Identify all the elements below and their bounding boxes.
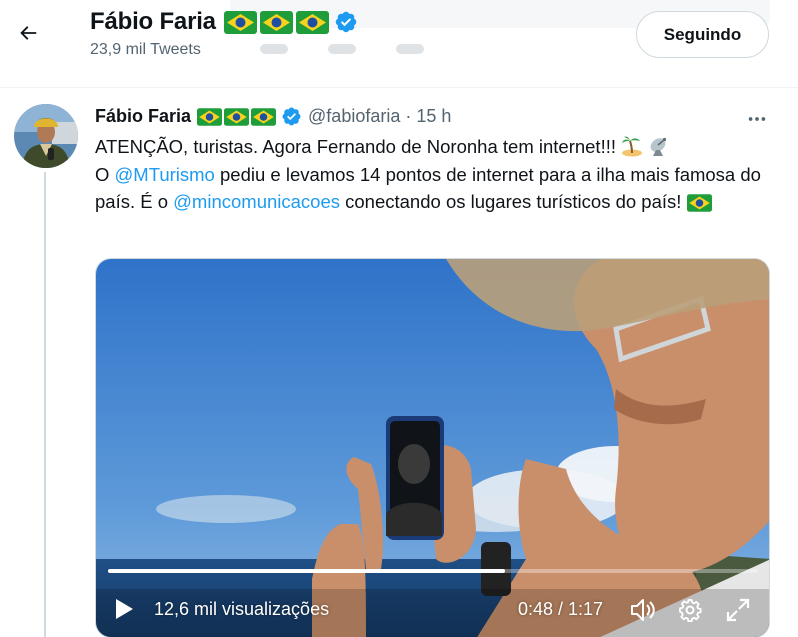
- video-progress-fill: [108, 569, 505, 573]
- more-dots-icon: [748, 117, 766, 121]
- back-arrow-icon: [20, 26, 37, 40]
- tweet-count: 23,9 mil Tweets: [90, 41, 201, 58]
- volume-button[interactable]: [628, 595, 658, 625]
- profile-header: Fábio Faria 23,9 mil Tweets Seguindo: [0, 0, 798, 88]
- video-frame: [96, 259, 769, 637]
- video-timecode: 0:48 / 1:17: [518, 599, 604, 619]
- more-options-button[interactable]: [742, 104, 772, 134]
- thread-connector-line: [44, 172, 46, 637]
- video-player[interactable]: 12,6 mil visualizações 0:48 / 1:17: [95, 258, 770, 637]
- profile-name: Fábio Faria: [90, 8, 216, 35]
- tweet-header: Fábio Faria @fabiofaria · 15 h: [95, 106, 451, 127]
- verified-badge-icon: [282, 107, 301, 126]
- tweet-text-pre: O: [95, 163, 115, 185]
- brazil-flag-icon: [295, 10, 329, 34]
- profile-title: Fábio Faria: [90, 8, 358, 36]
- brazil-flag-icon: [251, 107, 277, 126]
- tweet-author-handle[interactable]: @fabiofaria: [308, 106, 400, 127]
- satellite-dish-emoji-icon: [650, 137, 667, 156]
- brazil-flag-icon: [197, 107, 223, 126]
- author-flags: [197, 107, 277, 126]
- fullscreen-button[interactable]: [724, 596, 752, 624]
- play-icon: [116, 599, 133, 619]
- video-progress-bar[interactable]: [108, 569, 758, 573]
- avatar-photo: [14, 104, 78, 168]
- background-blur-row: [260, 44, 560, 58]
- back-button[interactable]: [10, 15, 46, 51]
- fullscreen-icon: [726, 598, 750, 622]
- volume-icon: [631, 599, 655, 621]
- tweet-text-post: conectando os lugares turísticos do país…: [340, 191, 682, 212]
- tweet-text-line1: ATENÇÃO, turistas. Agora Fernando de Nor…: [95, 136, 616, 157]
- mention-mincomunicacoes-link[interactable]: @mincomunicacoes: [173, 191, 340, 212]
- tweet-timestamp[interactable]: 15 h: [416, 106, 451, 127]
- separator-dot: ·: [405, 106, 412, 126]
- island-emoji-icon: [622, 136, 643, 157]
- name-flags: [223, 10, 329, 34]
- brazil-flag-icon: [224, 107, 250, 126]
- tweet-text: ATENÇÃO, turistas. Agora Fernando de Nor…: [95, 133, 765, 216]
- following-button[interactable]: Seguindo: [636, 11, 769, 58]
- brazil-flag-icon: [259, 10, 293, 34]
- gear-icon: [679, 599, 702, 622]
- video-view-count: 12,6 mil visualizações: [154, 599, 330, 619]
- avatar[interactable]: [14, 104, 78, 168]
- play-button[interactable]: [110, 595, 138, 623]
- tweet-author-name[interactable]: Fábio Faria: [95, 106, 191, 127]
- brazil-flag-icon: [686, 194, 712, 212]
- verified-badge-icon: [335, 11, 357, 33]
- mention-mturismo-link[interactable]: @MTurismo: [115, 164, 215, 185]
- brazil-flag-icon: [223, 10, 257, 34]
- settings-button[interactable]: [676, 596, 704, 624]
